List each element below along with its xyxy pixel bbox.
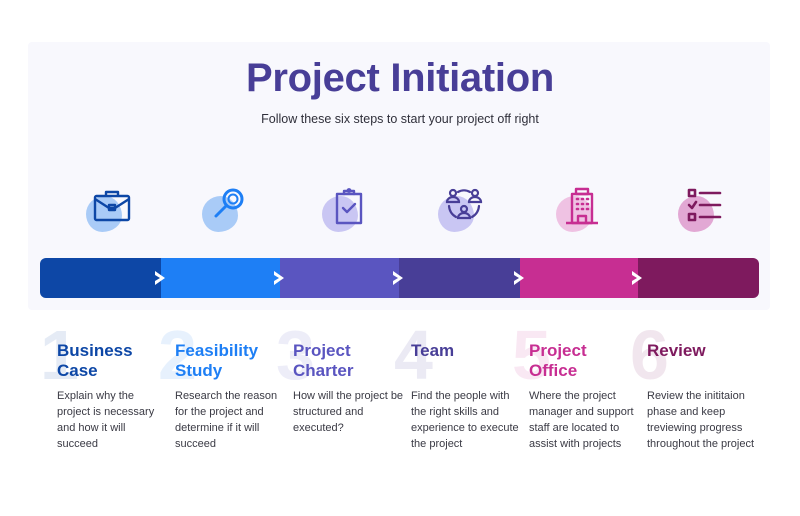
step-title-line: Study [175,361,223,380]
chevron-right-icon [632,271,642,285]
step-title: Project Charter [293,341,394,381]
step-description: Find the people with the right skills an… [411,390,519,450]
briefcase-icon [93,190,131,222]
step-title-line: Team [411,341,455,360]
chevron-right-icon [155,271,165,285]
step-title-line: Project [293,341,351,360]
step-title: Feasibility Study [175,341,276,381]
step-1: 1 Business Case Explain why the project … [40,320,158,452]
step-description: Review the inititaion phase and keep tre… [647,390,755,450]
step-4-icon-group [432,182,492,240]
magnifier-icon [214,188,244,218]
team-network-icon [445,188,483,220]
clipboard-check-icon [335,188,363,225]
page-title: Project Initiation [246,56,554,100]
step-3-icon-group [316,182,376,240]
checklist-icon [687,188,722,222]
step-title-line: Feasibility [175,341,259,360]
step-title-line: Case [57,361,98,380]
step-title: Project Office [529,341,630,381]
step-description: Where the project manager and support st… [529,390,634,450]
timeline-segment-2 [161,258,284,298]
step-6-icon-group [672,182,732,240]
chevron-right-icon [393,271,403,285]
step-1-icon-group [80,182,140,240]
step-4: 4 Team Find the people with the right sk… [394,320,519,452]
step-title: Business Case [57,341,158,381]
timeline-segment-5 [520,258,642,298]
step-2-icon-group [196,182,256,240]
step-title: Review [647,341,748,381]
step-5-icon-group [550,182,610,240]
step-description: How will the project be structured and e… [293,390,404,434]
step-description: Research the reason for the project and … [175,390,278,450]
step-title-line: Review [647,341,706,360]
timeline-segment-1 [40,258,165,298]
step-title-line: Business [57,341,133,360]
step-3: 3 Project Charter How will the project b… [276,320,403,436]
step-title-line: Charter [293,361,354,380]
step-description: Explain why the project is necessary and… [57,390,155,450]
timeline-bar [40,258,759,298]
timeline-segment-4 [399,258,524,298]
step-5: 5 Project Office Where the project manag… [512,320,634,452]
timeline-segment-6 [638,258,759,298]
step-title-line: Office [529,361,578,380]
step-6: 6 Review Review the inititaion phase and… [630,320,754,452]
step-title: Team [411,341,512,381]
step-2: 2 Feasibility Study Research the reason … [158,320,277,452]
page-subtitle: Follow these six steps to start your pro… [261,112,539,126]
timeline-segment-3 [280,258,403,298]
chevron-right-icon [274,271,284,285]
office-building-icon [566,187,598,225]
chevron-right-icon [514,271,524,285]
step-title-line: Project [529,341,587,360]
